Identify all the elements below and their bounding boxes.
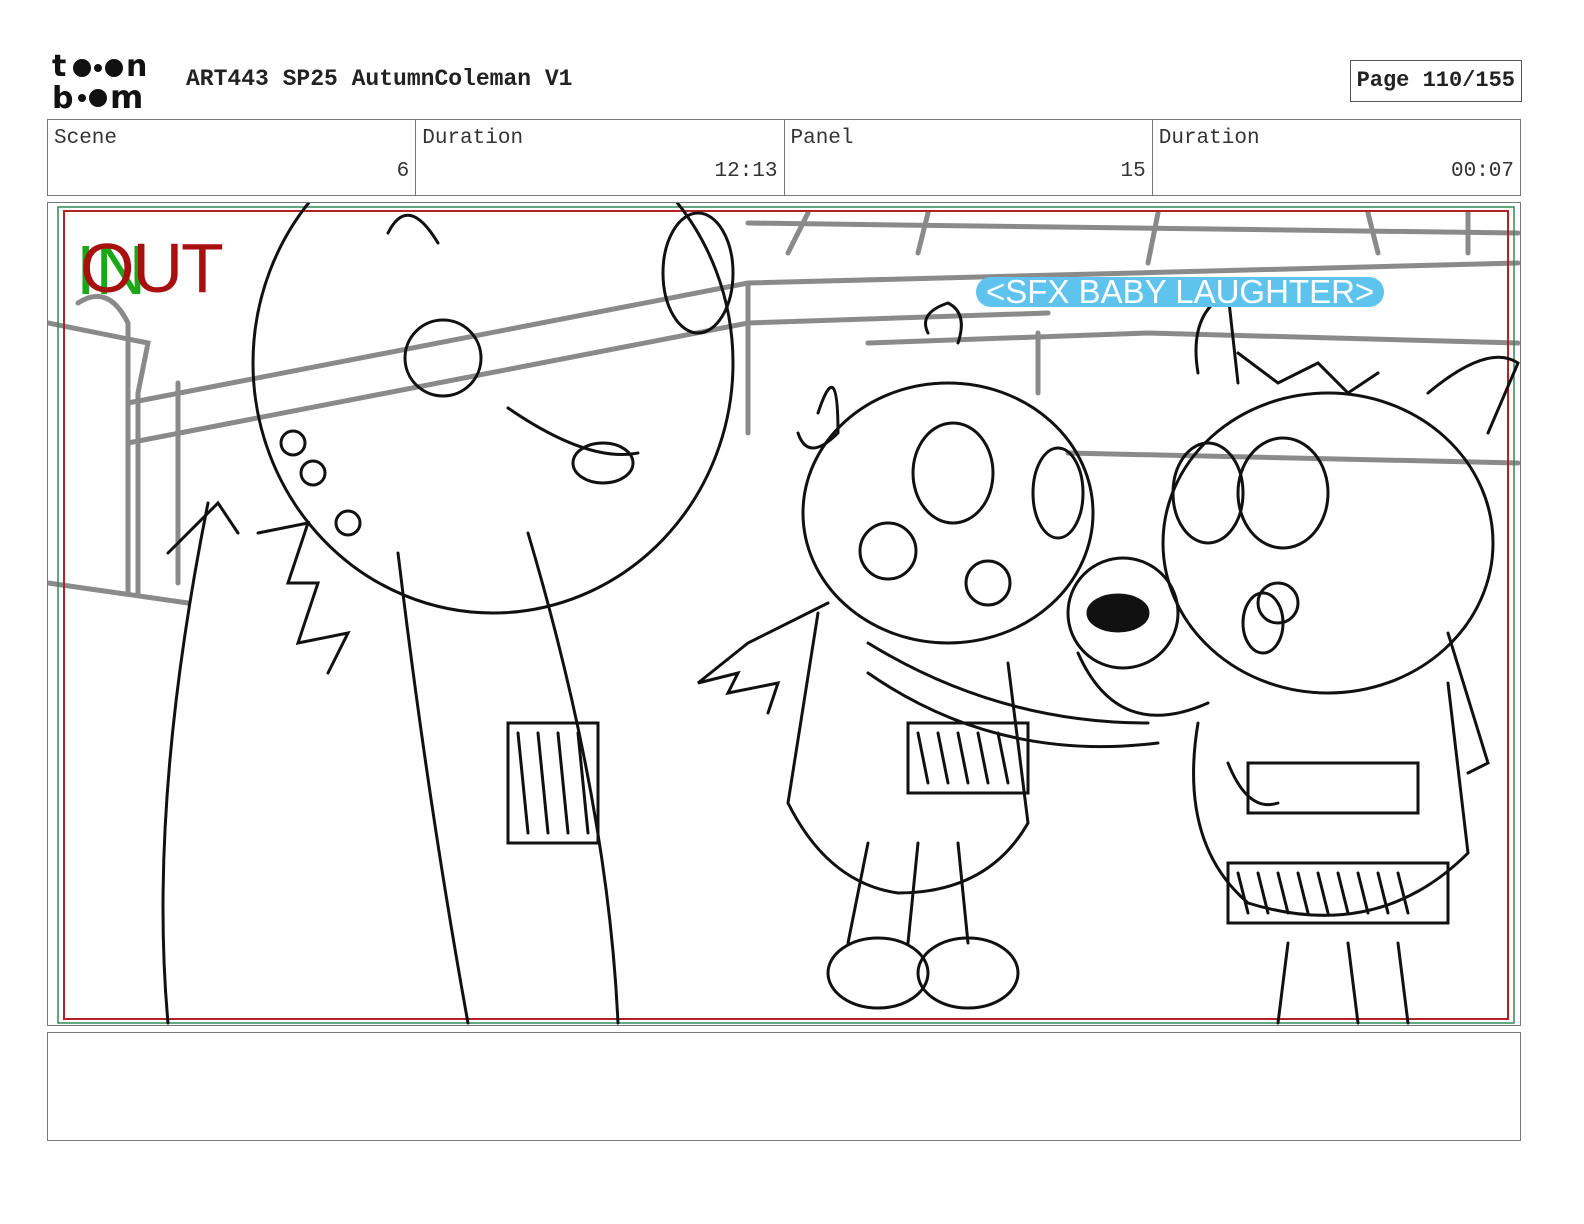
panel-duration-cell: Duration 00:07 (1153, 120, 1520, 195)
storyboard-panel: IN OUT <SFX BABY LAUGHTER> (47, 202, 1521, 1026)
scene-duration-cell: Duration 12:13 (416, 120, 785, 195)
document-title: ART443 SP25 AutumnColeman V1 (186, 66, 573, 92)
toon-boom-logo-icon: t n b m (52, 49, 147, 116)
scene-duration-value: 12:13 (714, 160, 778, 183)
page-indicator: Page 110/155 (1349, 60, 1522, 102)
panel-info-table: Scene 6 Duration 12:13 Panel 15 Duration… (47, 119, 1521, 196)
panel-label: Panel (790, 127, 854, 150)
scene-duration-label: Duration (422, 127, 524, 150)
scene-cell: Scene 6 (48, 120, 417, 195)
sfx-caption: <SFX BABY LAUGHTER> (976, 275, 1385, 308)
storyboard-sketch-image (48, 203, 1520, 1025)
panel-notes-area[interactable] (47, 1032, 1521, 1141)
scene-label: Scene (54, 127, 118, 150)
svg-text:t: t (52, 52, 66, 84)
toon-boom-logo: t n b m (52, 49, 164, 116)
panel-value: 15 (1120, 160, 1146, 183)
out-marker: OUT (80, 229, 224, 307)
svg-text:b: b (52, 81, 73, 112)
panel-duration-label: Duration (1158, 127, 1260, 150)
scene-value: 6 (396, 160, 410, 183)
panel-duration-value: 00:07 (1450, 160, 1514, 183)
svg-text:m: m (110, 78, 143, 112)
panel-cell: Panel 15 (785, 120, 1153, 195)
